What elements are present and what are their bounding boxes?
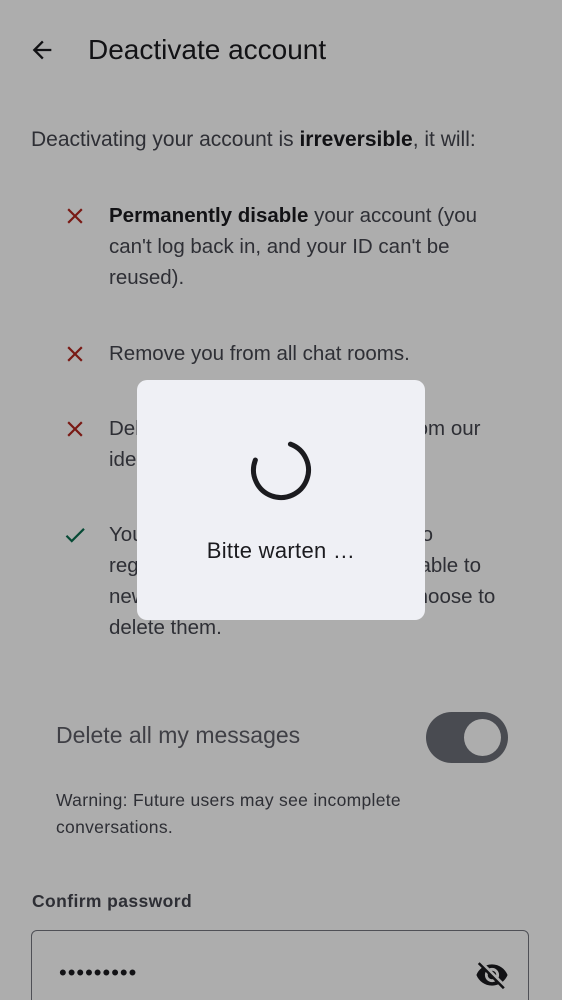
dialog-message: Bitte warten … [206, 538, 356, 563]
deactivate-account-screen: Deactivate account Deactivating your acc… [0, 0, 562, 1000]
progress-dialog: Bitte warten … [137, 380, 425, 620]
loading-spinner-icon [251, 440, 311, 500]
